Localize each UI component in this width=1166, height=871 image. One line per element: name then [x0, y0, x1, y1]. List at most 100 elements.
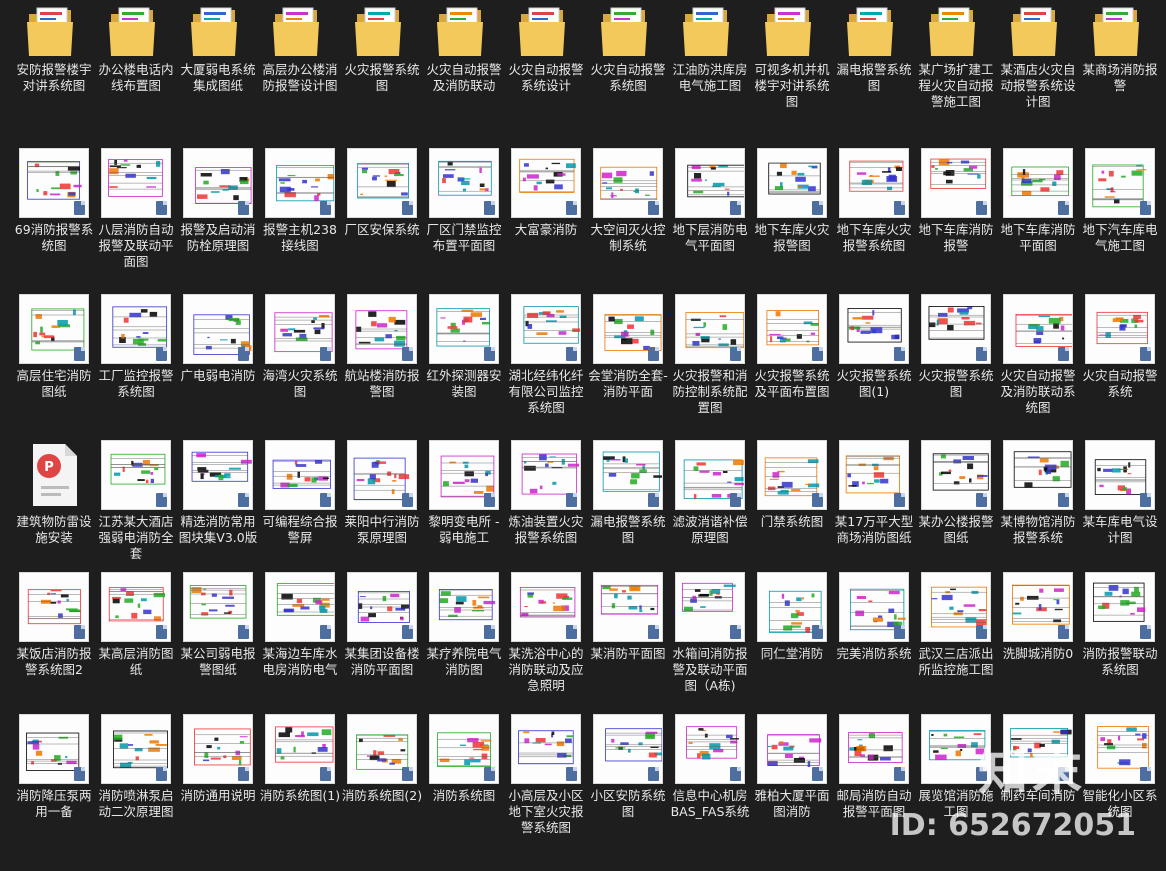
drawing-thumbnail-icon — [265, 714, 335, 784]
drawing-file-item[interactable]: 会堂消防全套-消防平面 — [587, 294, 669, 444]
drawing-file-item[interactable]: 消防系统图 — [423, 714, 505, 864]
file-row: 某饭店消防报警系统图2 某高层消防图纸 某公司弱电报警图纸 某海边车库水电房消防电气某… — [0, 572, 1166, 722]
drawing-file-item[interactable]: 小高层及小区地下室火灾报警系统图 — [505, 714, 587, 864]
file-type-badge-icon — [484, 625, 495, 639]
drawing-file-item[interactable]: 武汉三店派出所监控施工图 — [915, 572, 997, 722]
drawing-file-item[interactable]: 消防喷淋泵启动二次原理图 — [95, 714, 177, 864]
file-name-label: 高层办公楼消防报警设计图 — [262, 62, 338, 93]
folder-item[interactable]: 火灾自动报警及消防联动 — [423, 0, 505, 150]
drawing-file-item[interactable]: 洗脚城消防0 — [997, 572, 1079, 722]
drawing-thumbnail-icon — [675, 572, 745, 642]
folder-item[interactable]: 办公楼电话内线布置图 — [95, 0, 177, 150]
drawing-file-item[interactable]: 工厂监控报警系统图 — [95, 294, 177, 444]
drawing-file-item[interactable]: 地下层消防电气平面图 — [669, 148, 751, 298]
folder-item[interactable]: 可视多机并机楼宇对讲系统图 — [751, 0, 833, 150]
drawing-file-item[interactable]: 地下车库火灾报警系统图 — [833, 148, 915, 298]
drawing-file-item[interactable]: 火灾报警系统图(1) — [833, 294, 915, 444]
drawing-file-item[interactable]: 炼油装置火灾报警系统图 — [505, 440, 587, 590]
drawing-file-item[interactable]: 大富豪消防 — [505, 148, 587, 298]
drawing-file-item[interactable]: 火灾报警系统及平面布置图 — [751, 294, 833, 444]
drawing-file-item[interactable]: 厂区门禁监控布置平面图 — [423, 148, 505, 298]
drawing-file-item[interactable]: 厂区安保系统 — [341, 148, 423, 298]
drawing-file-item[interactable]: 信息中心机房BAS_FAS系统 — [669, 714, 751, 864]
folder-item[interactable]: 火灾报警系统图 — [341, 0, 423, 150]
drawing-file-item[interactable]: 地下车库消防报警 — [915, 148, 997, 298]
drawing-file-item[interactable]: 同仁堂消防 — [751, 572, 833, 722]
drawing-file-item[interactable]: 某洗浴中心的消防联动及应急照明 — [505, 572, 587, 722]
drawing-file-item[interactable]: 火灾自动报警及消防联动系统图 — [997, 294, 1079, 444]
drawing-file-item[interactable]: 黎明变电所 - 弱电施工 — [423, 440, 505, 590]
drawing-file-item[interactable]: 滤波消谐补偿原理图 — [669, 440, 751, 590]
drawing-file-item[interactable]: 某17万平大型商场消防图纸 — [833, 440, 915, 590]
drawing-file-item[interactable]: 完美消防系统 — [833, 572, 915, 722]
folder-item[interactable]: 火灾自动报警系统图 — [587, 0, 669, 150]
drawing-thumbnail-icon — [1003, 440, 1073, 510]
file-name-label: 水箱间消防报警及联动平面图（A栋) — [672, 646, 748, 693]
drawing-file-item[interactable]: 火灾报警系统图 — [915, 294, 997, 444]
file-name-label: 炼油装置火灾报警系统图 — [508, 514, 584, 545]
file-type-badge-icon — [1140, 767, 1151, 781]
drawing-thumbnail-icon — [347, 440, 417, 510]
pdf-file-icon: P — [19, 440, 89, 510]
drawing-file-item[interactable]: 某车库电气设计图 — [1079, 440, 1161, 590]
drawing-file-item[interactable]: 某高层消防图纸 — [95, 572, 177, 722]
drawing-file-item[interactable]: 湖北经纬化纤有限公司监控系统图 — [505, 294, 587, 444]
drawing-file-item[interactable]: 某饭店消防报警系统图2 — [13, 572, 95, 722]
drawing-file-item[interactable]: 消防系统图(1) — [259, 714, 341, 864]
file-name-label: 火灾报警系统图 — [918, 368, 994, 399]
drawing-file-item[interactable]: 雅柏大厦平面图消防 — [751, 714, 833, 864]
folder-icon — [757, 0, 827, 70]
drawing-file-item[interactable]: 航站楼消防报警图 — [341, 294, 423, 444]
drawing-file-item[interactable]: 红外探测器安装图 — [423, 294, 505, 444]
drawing-file-item[interactable]: 广电弱电消防 — [177, 294, 259, 444]
drawing-file-item[interactable]: 报警及启动消防栓原理图 — [177, 148, 259, 298]
folder-item[interactable]: 某商场消防报警 — [1079, 0, 1161, 150]
drawing-file-item[interactable]: 某公司弱电报警图纸 — [177, 572, 259, 722]
pdf-file-item[interactable]: P 建筑物防雷设施安装 — [13, 440, 95, 590]
drawing-file-item[interactable]: 某博物馆消防报警系统 — [997, 440, 1079, 590]
drawing-file-item[interactable]: 门禁系统图 — [751, 440, 833, 590]
folder-item[interactable]: 大厦弱电系统集成图纸 — [177, 0, 259, 150]
drawing-file-item[interactable]: 消防报警联动系统图 — [1079, 572, 1161, 722]
drawing-file-item[interactable]: 消防通用说明 — [177, 714, 259, 864]
drawing-file-item[interactable]: 某办公楼报警图纸 — [915, 440, 997, 590]
drawing-file-item[interactable]: 水箱间消防报警及联动平面图（A栋) — [669, 572, 751, 722]
drawing-file-item[interactable]: 莱阳中行消防泵原理图 — [341, 440, 423, 590]
drawing-file-item[interactable]: 火灾自动报警系统 — [1079, 294, 1161, 444]
drawing-file-item[interactable]: 地下车库火灾报警图 — [751, 148, 833, 298]
folder-item[interactable]: 高层办公楼消防报警设计图 — [259, 0, 341, 150]
drawing-file-item[interactable]: 火灾报警和消防控制系统配置图 — [669, 294, 751, 444]
file-name-label: 地下汽车库电气施工图 — [1082, 222, 1158, 253]
drawing-file-item[interactable]: 八层消防自动报警及联动平面图 — [95, 148, 177, 298]
drawing-file-item[interactable]: 某消防平面图 — [587, 572, 669, 722]
drawing-file-item[interactable]: 高层住宅消防图纸 — [13, 294, 95, 444]
folder-item[interactable]: 漏电报警系统图 — [833, 0, 915, 150]
folder-item[interactable]: 火灾自动报警系统设计 — [505, 0, 587, 150]
drawing-file-item[interactable]: 69消防报警系统图 — [13, 148, 95, 298]
drawing-file-item[interactable]: 大空间灭火控制系统 — [587, 148, 669, 298]
folder-item[interactable]: 江油防洪库房电气施工图 — [669, 0, 751, 150]
drawing-file-item[interactable]: 地下汽车库电气施工图 — [1079, 148, 1161, 298]
folder-item[interactable]: 某酒店火灾自动报警系统设计图 — [997, 0, 1079, 150]
drawing-file-item[interactable]: 海湾火灾系统图 — [259, 294, 341, 444]
file-type-badge-icon — [648, 347, 659, 361]
file-name-label: 地下车库火灾报警系统图 — [836, 222, 912, 253]
drawing-file-item[interactable]: 报警主机238接线图 — [259, 148, 341, 298]
file-name-label: 某商场消防报警 — [1082, 62, 1158, 93]
folder-item[interactable]: 某广场扩建工程火灾自动报警施工图 — [915, 0, 997, 150]
drawing-file-item[interactable]: 某海边车库水电房消防电气 — [259, 572, 341, 722]
drawing-thumbnail-icon — [183, 572, 253, 642]
drawing-file-item[interactable]: 可编程综合报警屏 — [259, 440, 341, 590]
drawing-file-item[interactable]: 消防降压泵两用一备 — [13, 714, 95, 864]
drawing-file-item[interactable]: 地下车库消防平面图 — [997, 148, 1079, 298]
folder-item[interactable]: 安防报警楼宇对讲系统图 — [13, 0, 95, 150]
drawing-file-item[interactable]: 漏电报警系统图 — [587, 440, 669, 590]
drawing-file-item[interactable]: 某疗养院电气消防图 — [423, 572, 505, 722]
drawing-file-item[interactable]: 小区安防系统图 — [587, 714, 669, 864]
file-type-badge-icon — [976, 493, 987, 507]
drawing-file-item[interactable]: 消防系统图(2) — [341, 714, 423, 864]
folder-icon — [839, 0, 909, 70]
drawing-file-item[interactable]: 江苏某大酒店强弱电消防全套 — [95, 440, 177, 590]
drawing-file-item[interactable]: 某集团设备楼消防平面图 — [341, 572, 423, 722]
drawing-file-item[interactable]: 精选消防常用图块集V3.0版 — [177, 440, 259, 590]
